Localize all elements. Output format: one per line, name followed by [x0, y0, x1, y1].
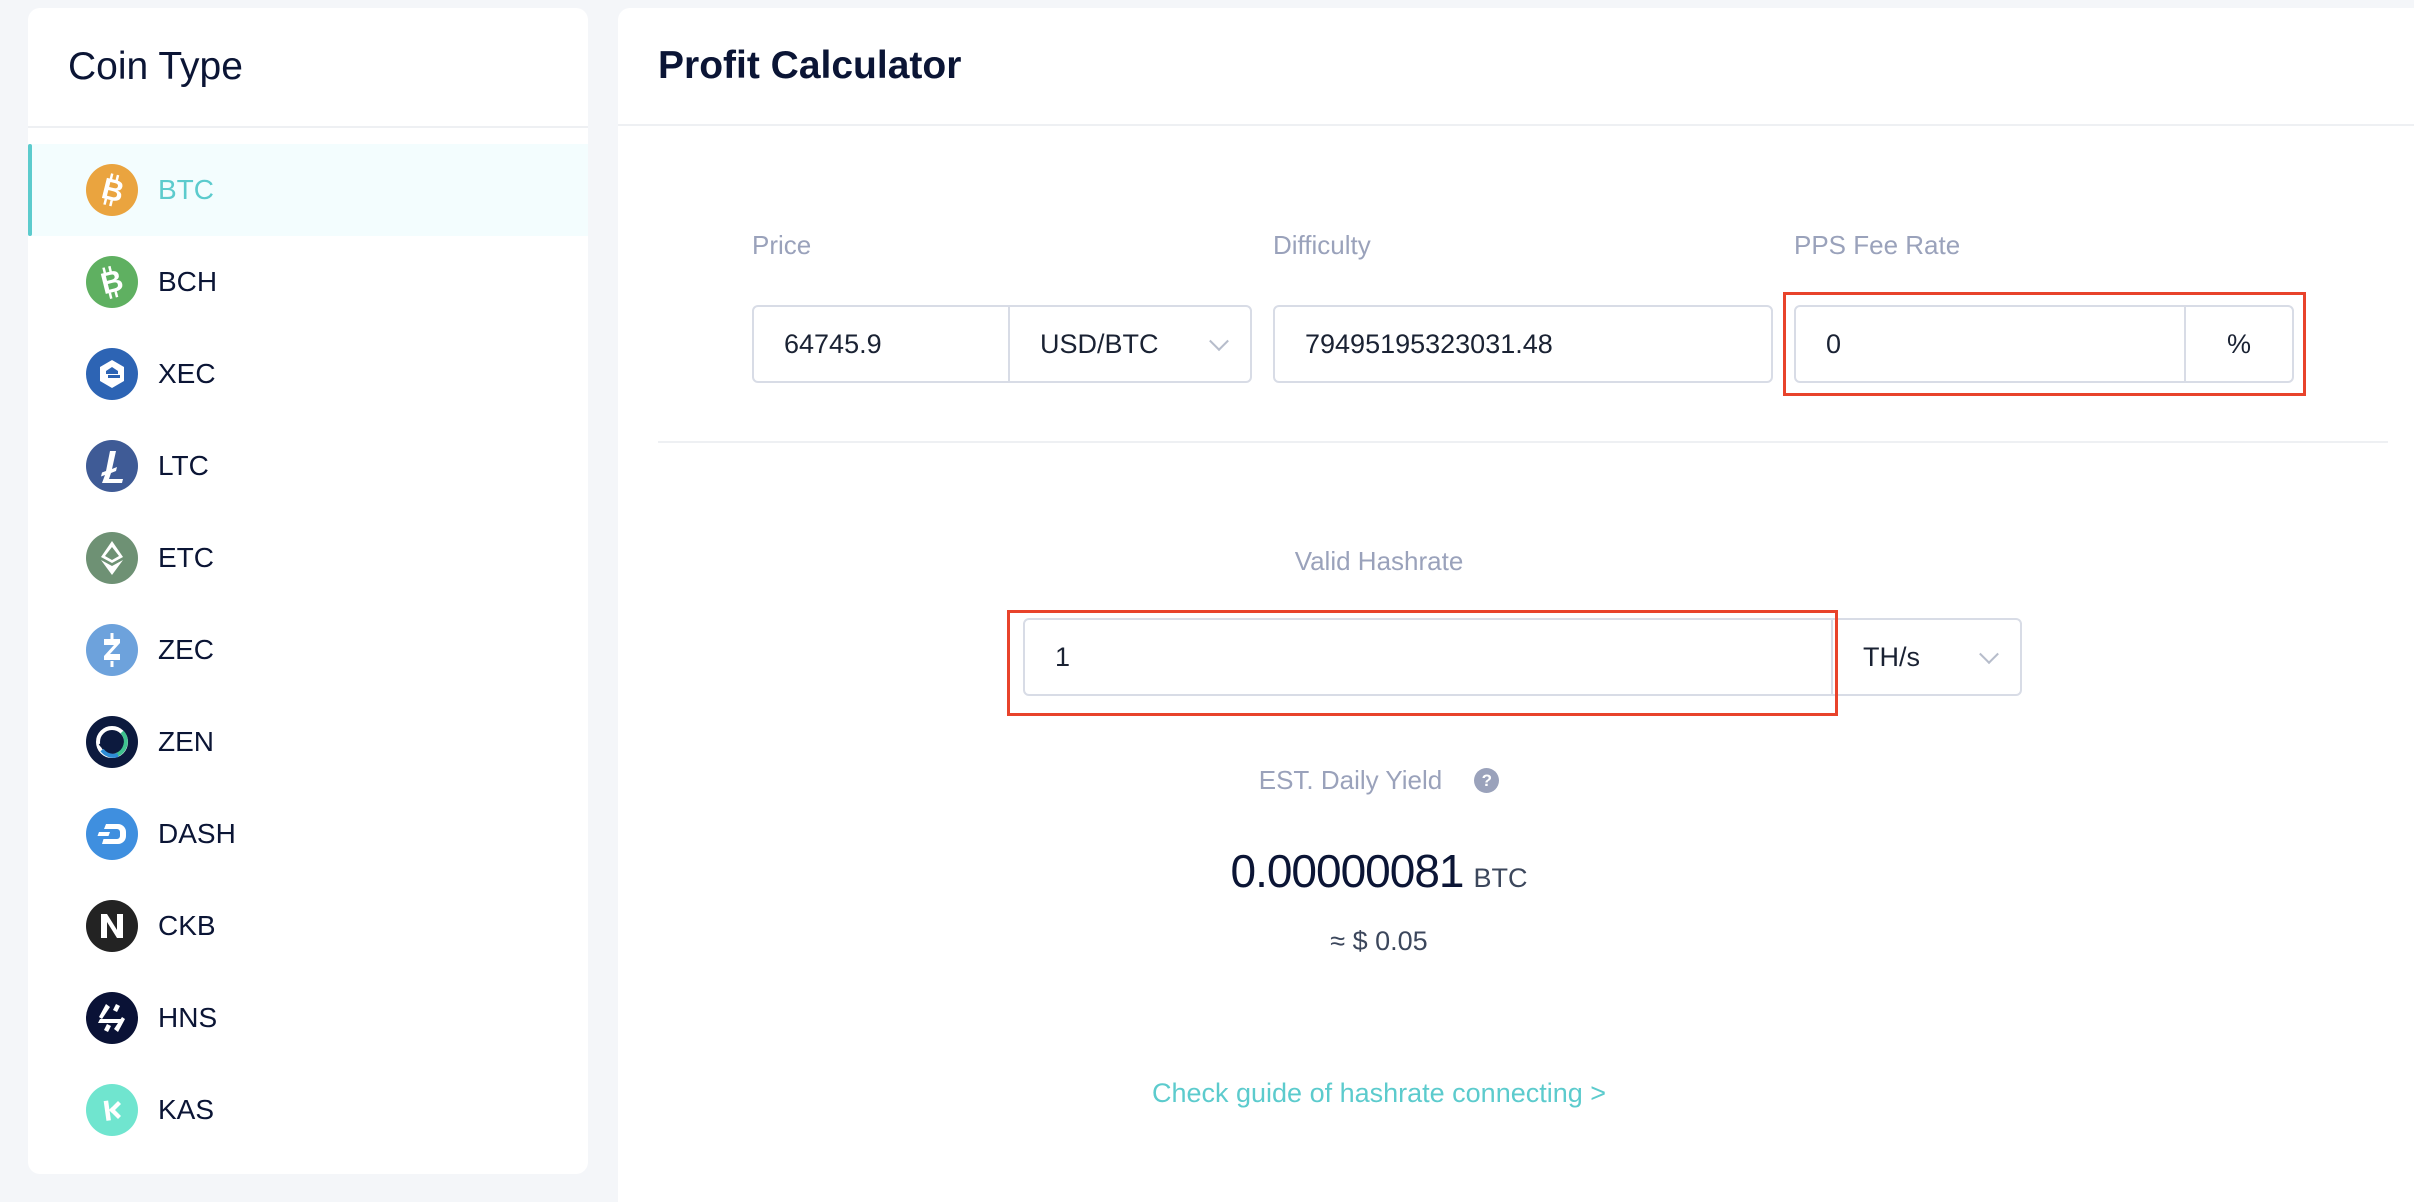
ethereum-classic-icon [86, 532, 138, 584]
svg-text:B: B [98, 264, 127, 301]
litecoin-icon [86, 440, 138, 492]
dash-icon [86, 808, 138, 860]
price-field[interactable] [752, 305, 1010, 383]
zcash-icon [86, 624, 138, 676]
pps-fee-field[interactable] [1794, 305, 2186, 383]
price-input[interactable] [754, 307, 1008, 381]
coin-item-kas[interactable]: KAS [28, 1064, 588, 1156]
coin-label: LTC [158, 450, 209, 481]
coin-item-bch[interactable]: B BCH [28, 236, 588, 328]
yield-label-row: EST. Daily Yield ? [618, 765, 2140, 796]
pps-fee-suffix: % [2184, 305, 2294, 383]
chevron-down-icon [1209, 331, 1229, 352]
coin-label: ETC [158, 542, 214, 573]
yield-usd-row: ≈ $ 0.05 [618, 926, 2140, 957]
coin-label: CKB [158, 910, 216, 941]
coin-item-zec[interactable]: ZEC [28, 604, 588, 696]
coin-item-btc[interactable]: B BTC [28, 144, 588, 236]
hashrate-input[interactable] [1025, 620, 1831, 694]
svg-text:B: B [98, 172, 127, 209]
yield-usd-value: ≈ $ 0.05 [1330, 926, 1428, 956]
coin-label: BTC [158, 174, 214, 205]
chevron-down-icon [1979, 644, 1999, 665]
help-icon[interactable]: ? [1474, 768, 1500, 793]
coin-item-dash[interactable]: DASH [28, 788, 588, 880]
coin-type-sidebar: Coin Type B BTC B BCH XEC LTC ETC ZEC ZE… [28, 8, 588, 1174]
profit-calculator-panel: Profit Calculator Price USD/BTC Difficul… [618, 8, 2414, 1202]
coin-label: BCH [158, 266, 218, 297]
coin-item-hns[interactable]: HNS [28, 972, 588, 1064]
price-unit-select[interactable]: USD/BTC [1008, 305, 1252, 383]
coin-label: XEC [158, 358, 216, 389]
price-unit-value: USD/BTC [1040, 328, 1159, 359]
coin-list: B BTC B BCH XEC LTC ETC ZEC ZEN DASH CKB… [28, 128, 588, 1156]
coin-item-ltc[interactable]: LTC [28, 420, 588, 512]
pps-fee-label: PPS Fee Rate [1794, 230, 1961, 260]
hashrate-unit-value: TH/s [1863, 641, 1920, 672]
hashrate-field[interactable] [1023, 618, 1833, 696]
coin-item-etc[interactable]: ETC [28, 512, 588, 604]
coin-label: HNS [158, 1002, 218, 1033]
hashrate-label: Valid Hashrate [1294, 546, 1464, 576]
difficulty-input[interactable] [1275, 307, 1771, 381]
difficulty-label: Difficulty [1273, 230, 1371, 260]
bitcoin-cash-icon: B [86, 256, 138, 308]
horizen-icon [86, 716, 138, 768]
bitcoin-icon: B [86, 164, 138, 216]
hashrate-label-row: Valid Hashrate [618, 546, 2140, 577]
section-divider [658, 441, 2388, 443]
hashrate-guide-link[interactable]: Check guide of hashrate connecting > [1152, 1078, 1606, 1108]
ecash-icon [86, 348, 138, 400]
hashrate-unit-select[interactable]: TH/s [1831, 618, 2022, 696]
coin-label: ZEC [158, 634, 214, 665]
page-title: Profit Calculator [658, 44, 962, 87]
guide-link-row: Check guide of hashrate connecting > [618, 1078, 2140, 1109]
coin-label: ZEN [158, 726, 214, 757]
pps-fee-input[interactable] [1796, 307, 2184, 381]
yield-unit: BTC [1473, 863, 1528, 893]
panel-header: Profit Calculator [618, 8, 2414, 126]
yield-label: EST. Daily Yield [1258, 765, 1443, 795]
nervos-icon [86, 900, 138, 952]
price-label: Price [752, 230, 812, 260]
yield-value: 0.00000081 [1230, 845, 1464, 897]
handshake-icon [86, 992, 138, 1044]
coin-label: DASH [158, 818, 236, 849]
coin-item-zen[interactable]: ZEN [28, 696, 588, 788]
kaspa-icon [86, 1084, 138, 1136]
coin-item-xec[interactable]: XEC [28, 328, 588, 420]
yield-value-row: 0.00000081 BTC [618, 844, 2140, 898]
coin-item-ckb[interactable]: CKB [28, 880, 588, 972]
difficulty-field[interactable] [1273, 305, 1773, 383]
coin-label: KAS [158, 1094, 215, 1125]
sidebar-title: Coin Type [28, 8, 588, 128]
yield-label-wrap: EST. Daily Yield ? [1259, 765, 1500, 796]
